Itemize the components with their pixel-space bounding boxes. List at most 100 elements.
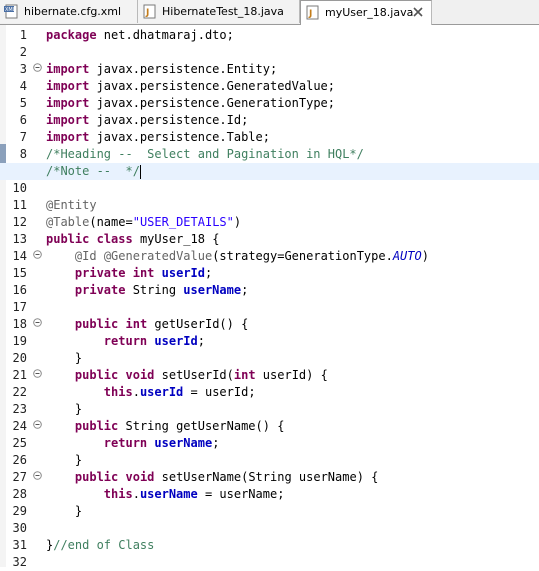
code-line-1: package net.dhatmaraj.dto;: [46, 27, 539, 44]
string-literal: "USER_DETAILS": [132, 215, 234, 229]
line-number: 4: [19, 79, 27, 93]
keyword: int: [132, 266, 155, 280]
tab-label: HibernateTest_18.java: [162, 5, 284, 18]
line-number: 11: [12, 198, 27, 212]
code-line-25: return userName;: [46, 435, 539, 452]
code-text: ): [421, 249, 429, 263]
keyword: package: [46, 28, 97, 42]
code-text: }: [74, 504, 83, 518]
code-area[interactable]: package net.dhatmaraj.dto; import javax.…: [0, 25, 539, 567]
close-icon[interactable]: [411, 5, 425, 19]
code-text: = userName;: [197, 487, 285, 501]
svg-text:J: J: [145, 8, 149, 18]
line-number: 10: [12, 181, 27, 195]
annotation: @Entity: [46, 198, 97, 212]
keyword: int: [233, 368, 256, 382]
code-line-19: return userId;: [46, 333, 539, 350]
code-line-6: import javax.persistence.Id;: [46, 112, 539, 129]
code-line-11: @Entity: [46, 197, 539, 214]
line-number: 17: [12, 300, 27, 314]
code-text: }: [74, 453, 83, 467]
keyword: import: [46, 62, 90, 76]
keyword: import: [46, 113, 90, 127]
comment: /*Note -- */: [46, 164, 140, 178]
field-name: userId: [161, 266, 205, 280]
code-line-3: import javax.persistence.Entity;: [46, 61, 539, 78]
code-text: ;: [205, 266, 213, 280]
code-text: }: [74, 351, 83, 365]
line-number: 2: [19, 45, 27, 59]
code-text: getUserId() {: [147, 317, 249, 331]
line-number: 27: [12, 470, 27, 484]
line-number: 29: [12, 504, 27, 518]
fold-minus-icon[interactable]: [33, 318, 42, 327]
tab-myuser-18-java[interactable]: J myUser_18.java: [300, 0, 432, 25]
code-text: }: [74, 402, 83, 416]
code-text: setUserName(String userName) {: [154, 470, 379, 484]
code-line-22: this.userId = userId;: [46, 384, 539, 401]
code-line-27: public void setUserName(String userName)…: [46, 469, 539, 486]
line-number: 23: [12, 402, 27, 416]
java-file-icon: J: [306, 5, 319, 20]
code-line-15: private int userId;: [46, 265, 539, 282]
svg-text:J: J: [308, 9, 312, 19]
line-number: 16: [12, 283, 27, 297]
fold-minus-icon[interactable]: [33, 250, 42, 259]
keyword: public: [74, 470, 119, 484]
line-number: 21: [12, 368, 27, 382]
code-line-31: }//end of Class: [46, 537, 539, 554]
editor-tab-bar: XML hibernate.cfg.xml J HibernateTest_18…: [0, 0, 539, 25]
code-line-28: this.userName = userName;: [46, 486, 539, 503]
code-text: ): [233, 215, 242, 229]
tab-hibernate-cfg-xml[interactable]: XML hibernate.cfg.xml: [0, 0, 138, 23]
line-number: 24: [12, 419, 27, 433]
code-text: .: [132, 487, 140, 501]
code-line-13: public class myUser_18 {: [46, 231, 539, 248]
field-name: userName: [154, 436, 213, 450]
line-number: 5: [19, 96, 27, 110]
keyword: this: [103, 385, 133, 399]
code-line-24: public String getUserName() {: [46, 418, 539, 435]
fold-minus-icon[interactable]: [33, 63, 42, 72]
line-number: 13: [12, 232, 27, 246]
line-number-gutter: 1234567891011121314151617181920212223242…: [6, 25, 40, 569]
code-text: (name=: [89, 215, 133, 229]
code-text: = userId;: [183, 385, 256, 399]
line-number: 12: [12, 215, 27, 229]
java-file-icon: J: [143, 4, 156, 19]
line-number: 26: [12, 453, 27, 467]
fold-minus-icon[interactable]: [33, 420, 42, 429]
code-line-4: import javax.persistence.GeneratedValue;: [46, 78, 539, 95]
fold-minus-icon[interactable]: [33, 471, 42, 480]
line-number: 3: [19, 62, 27, 76]
field-name: userId: [154, 334, 198, 348]
annotation: @GeneratedValue: [103, 249, 213, 263]
field-name: userId: [139, 385, 184, 399]
code-line-8: /*Heading -- Select and Pagination in HQ…: [46, 146, 539, 163]
code-line-21: public void setUserId(int userId) {: [46, 367, 539, 384]
keyword: return: [103, 436, 148, 450]
annotation: @Table: [46, 215, 90, 229]
code-editor[interactable]: 1234567891011121314151617181920212223242…: [0, 25, 539, 569]
line-number: 6: [19, 113, 27, 127]
keyword: public: [46, 232, 90, 246]
tab-label: myUser_18.java: [325, 6, 414, 19]
comment: /*Heading -- Select and Pagination in HQ…: [46, 147, 364, 161]
line-number: 14: [12, 249, 27, 263]
comment: //end of Class: [53, 538, 155, 552]
code-text: setUserId(: [154, 368, 234, 382]
keyword: public: [74, 419, 119, 433]
fold-minus-icon[interactable]: [33, 369, 42, 378]
line-number: 15: [12, 266, 27, 280]
code-line-7: import javax.persistence.Table;: [46, 129, 539, 146]
code-text: myUser_18 {: [132, 232, 220, 246]
keyword: int: [125, 317, 148, 331]
code-line-12: @Table(name="USER_DETAILS"): [46, 214, 539, 231]
tab-hibernatetest-18-java[interactable]: J HibernateTest_18.java: [138, 0, 300, 23]
keyword: public: [74, 317, 119, 331]
keyword: import: [46, 130, 90, 144]
code-text: javax.persistence.GeneratedValue;: [89, 79, 335, 93]
code-text: javax.persistence.Table;: [89, 130, 270, 144]
code-line-26: }: [46, 452, 539, 469]
code-line-5: import javax.persistence.GenerationType;: [46, 95, 539, 112]
